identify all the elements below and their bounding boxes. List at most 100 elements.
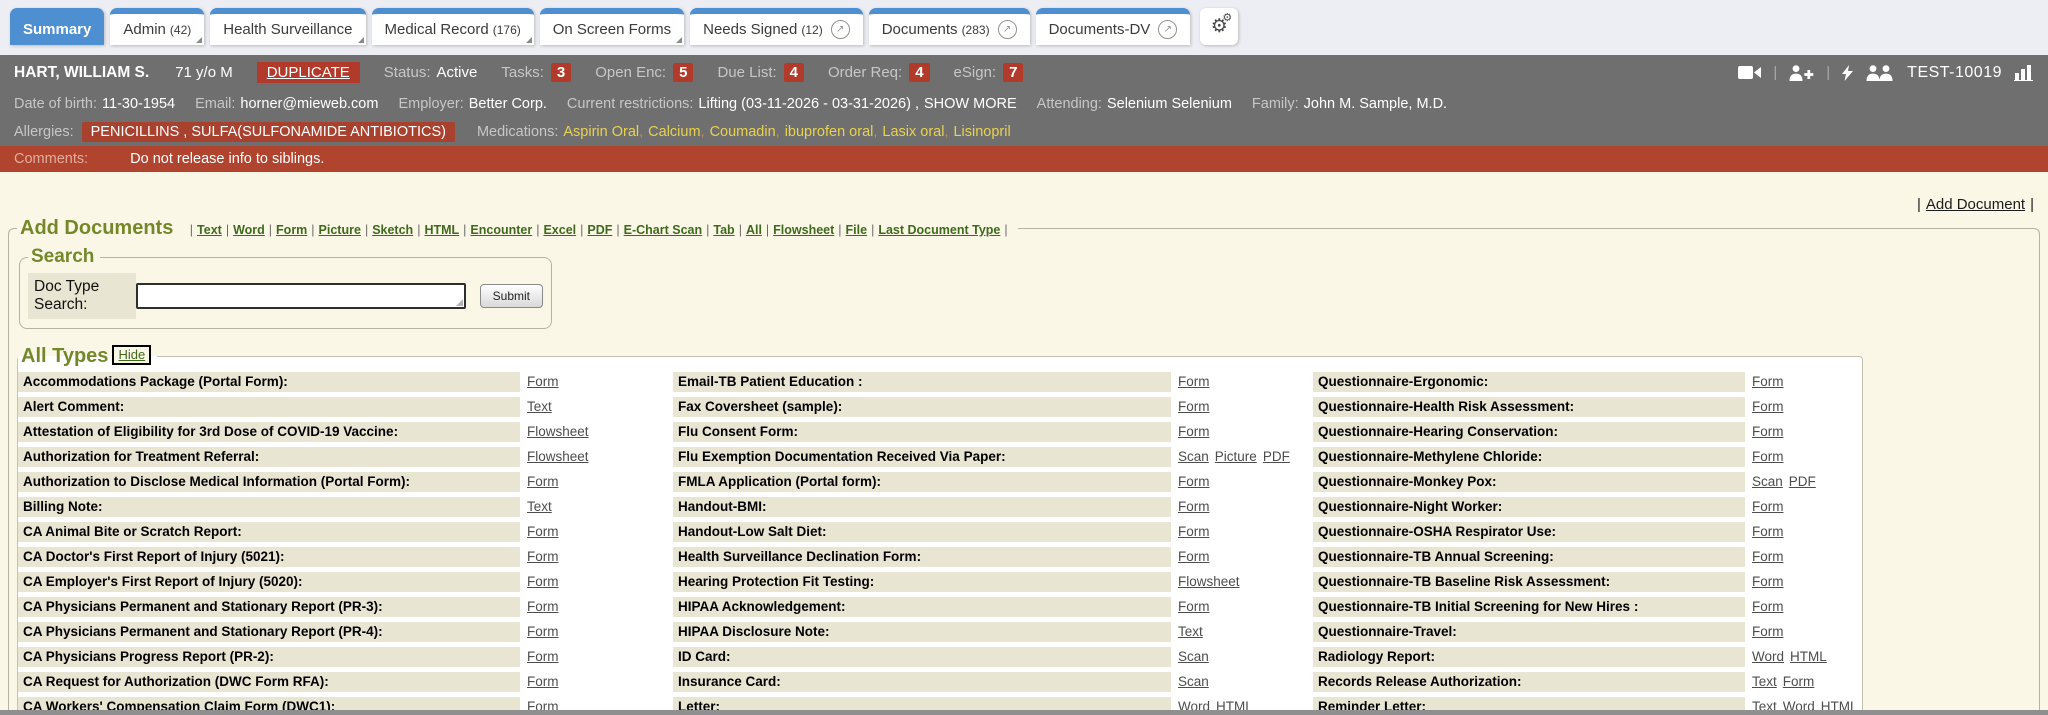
tab-documents-dv[interactable]: Documents-DV↗ bbox=[1036, 8, 1191, 45]
add-doc-link-tab[interactable]: Tab bbox=[713, 223, 734, 237]
doc-link-word[interactable]: Word bbox=[1752, 649, 1784, 664]
doc-link-form[interactable]: Form bbox=[1178, 424, 1210, 439]
doc-link-scan[interactable]: Scan bbox=[1178, 649, 1209, 664]
doc-link-form[interactable]: Form bbox=[1178, 374, 1210, 389]
pipe: | bbox=[739, 223, 742, 237]
doc-link-form[interactable]: Form bbox=[527, 674, 559, 689]
doc-link-pdf[interactable]: PDF bbox=[1789, 474, 1816, 489]
doc-link-scan[interactable]: Scan bbox=[1178, 449, 1209, 464]
doc-link-form[interactable]: Form bbox=[527, 524, 559, 539]
chart-icon[interactable] bbox=[2014, 65, 2034, 81]
counter-badge[interactable]: 4 bbox=[909, 63, 929, 82]
doc-link-form[interactable]: Form bbox=[527, 624, 559, 639]
add-document-link[interactable]: Add Document bbox=[1926, 196, 2025, 213]
add-doc-link-text[interactable]: Text bbox=[197, 223, 222, 237]
allergy-bar: Allergies: PENICILLINS , SULFA(SULFONAMI… bbox=[0, 117, 2048, 146]
dropdown-corner-icon bbox=[526, 37, 532, 43]
doc-link-text[interactable]: Text bbox=[1178, 624, 1203, 639]
doc-link-form[interactable]: Form bbox=[1752, 499, 1784, 514]
person-add-icon[interactable] bbox=[1789, 65, 1814, 81]
doc-link-form[interactable]: Form bbox=[1178, 524, 1210, 539]
doc-link-text[interactable]: Text bbox=[1752, 674, 1777, 689]
add-doc-link-sketch[interactable]: Sketch bbox=[372, 223, 413, 237]
duplicate-badge[interactable]: DUPLICATE bbox=[257, 62, 360, 83]
doc-link-html[interactable]: HTML bbox=[1790, 649, 1827, 664]
show-more-link[interactable]: SHOW MORE bbox=[924, 96, 1017, 112]
doc-link-form[interactable]: Form bbox=[1178, 549, 1210, 564]
settings-button[interactable]: ⚙ ⚙ bbox=[1200, 8, 1238, 45]
doc-link-flowsheet[interactable]: Flowsheet bbox=[527, 424, 589, 439]
medication-link[interactable]: Lisinopril bbox=[953, 124, 1010, 140]
add-doc-link-flowsheet[interactable]: Flowsheet bbox=[773, 223, 834, 237]
add-doc-link-picture[interactable]: Picture bbox=[319, 223, 361, 237]
doc-link-flowsheet[interactable]: Flowsheet bbox=[527, 449, 589, 464]
doc-link-scan[interactable]: Scan bbox=[1752, 474, 1783, 489]
add-doc-link-last-document-type[interactable]: Last Document Type bbox=[878, 223, 1000, 237]
popout-icon[interactable]: ↗ bbox=[1158, 20, 1177, 39]
doc-link-form[interactable]: Form bbox=[1178, 399, 1210, 414]
counter-badge[interactable]: 5 bbox=[673, 63, 693, 82]
doc-link-form[interactable]: Form bbox=[1178, 599, 1210, 614]
tab-documents[interactable]: Documents(283)↗ bbox=[869, 8, 1030, 45]
add-doc-link-word[interactable]: Word bbox=[233, 223, 265, 237]
medication-link[interactable]: Lasix oral bbox=[882, 124, 944, 140]
medication-link[interactable]: ibuprofen oral bbox=[785, 124, 874, 140]
add-doc-link-excel[interactable]: Excel bbox=[543, 223, 576, 237]
add-doc-link-e-chart-scan[interactable]: E-Chart Scan bbox=[624, 223, 703, 237]
doc-link-form[interactable]: Form bbox=[1752, 374, 1784, 389]
tab-health-surveillance[interactable]: Health Surveillance bbox=[210, 8, 365, 45]
add-doc-link-form[interactable]: Form bbox=[276, 223, 307, 237]
allergies-badge[interactable]: PENICILLINS , SULFA(SULFONAMIDE ANTIBIOT… bbox=[82, 122, 455, 142]
people-icon[interactable] bbox=[1865, 65, 1895, 81]
add-doc-link-html[interactable]: HTML bbox=[424, 223, 459, 237]
doc-link-form[interactable]: Form bbox=[1752, 524, 1784, 539]
medication-link[interactable]: Coumadin bbox=[710, 124, 776, 140]
popout-icon[interactable]: ↗ bbox=[831, 20, 850, 39]
add-doc-link-encounter[interactable]: Encounter bbox=[470, 223, 532, 237]
doc-link-form[interactable]: Form bbox=[1178, 474, 1210, 489]
add-doc-link-pdf[interactable]: PDF bbox=[587, 223, 612, 237]
add-doc-link-all[interactable]: All bbox=[746, 223, 762, 237]
counter-badge[interactable]: 4 bbox=[784, 63, 804, 82]
doc-link-form[interactable]: Form bbox=[1752, 449, 1784, 464]
tab-on-screen-forms[interactable]: On Screen Forms bbox=[540, 8, 684, 45]
tab-admin[interactable]: Admin(42) bbox=[110, 8, 204, 45]
doc-link-form[interactable]: Form bbox=[1178, 499, 1210, 514]
doc-link-form[interactable]: Form bbox=[1752, 599, 1784, 614]
doc-link-form[interactable]: Form bbox=[527, 574, 559, 589]
medication-link[interactable]: Aspirin Oral bbox=[563, 124, 639, 140]
doc-type-search-input[interactable] bbox=[136, 283, 466, 309]
doc-link-form[interactable]: Form bbox=[527, 599, 559, 614]
lightning-icon[interactable] bbox=[1842, 65, 1853, 81]
counter-badge[interactable]: 7 bbox=[1003, 63, 1023, 82]
doc-link-form[interactable]: Form bbox=[1752, 624, 1784, 639]
doc-link-form[interactable]: Form bbox=[527, 649, 559, 664]
doc-link-form[interactable]: Form bbox=[1752, 574, 1784, 589]
popout-icon[interactable]: ↗ bbox=[998, 20, 1017, 39]
medication-link[interactable]: Calcium bbox=[648, 124, 700, 140]
add-doc-link-file[interactable]: File bbox=[846, 223, 868, 237]
doc-link-form[interactable]: Form bbox=[1752, 549, 1784, 564]
gear-small-icon: ⚙ bbox=[1222, 13, 1232, 24]
doc-link-form[interactable]: Form bbox=[527, 474, 559, 489]
hide-button[interactable]: Hide bbox=[112, 345, 151, 365]
doc-link-text[interactable]: Text bbox=[527, 499, 552, 514]
counter-badge[interactable]: 3 bbox=[551, 63, 571, 82]
tab-medical-record[interactable]: Medical Record(176) bbox=[372, 8, 534, 45]
doc-link-form[interactable]: Form bbox=[1783, 674, 1815, 689]
tab-needs-signed[interactable]: Needs Signed(12)↗ bbox=[690, 8, 863, 45]
doc-link-text[interactable]: Text bbox=[527, 399, 552, 414]
doc-link-form[interactable]: Form bbox=[1752, 424, 1784, 439]
submit-button[interactable]: Submit bbox=[480, 284, 543, 308]
doc-link-form[interactable]: Form bbox=[527, 374, 559, 389]
tab-summary[interactable]: Summary bbox=[10, 8, 104, 45]
doc-link-flowsheet[interactable]: Flowsheet bbox=[1178, 574, 1240, 589]
doc-link-form[interactable]: Form bbox=[1752, 399, 1784, 414]
video-camera-icon[interactable] bbox=[1738, 65, 1761, 80]
medications-list: Aspirin Oral,Calcium,Coumadin,ibuprofen … bbox=[558, 124, 1010, 140]
doc-link-pdf[interactable]: PDF bbox=[1263, 449, 1290, 464]
doc-link-scan[interactable]: Scan bbox=[1178, 674, 1209, 689]
doc-link-picture[interactable]: Picture bbox=[1215, 449, 1257, 464]
pipe: | bbox=[2030, 196, 2034, 213]
doc-link-form[interactable]: Form bbox=[527, 549, 559, 564]
